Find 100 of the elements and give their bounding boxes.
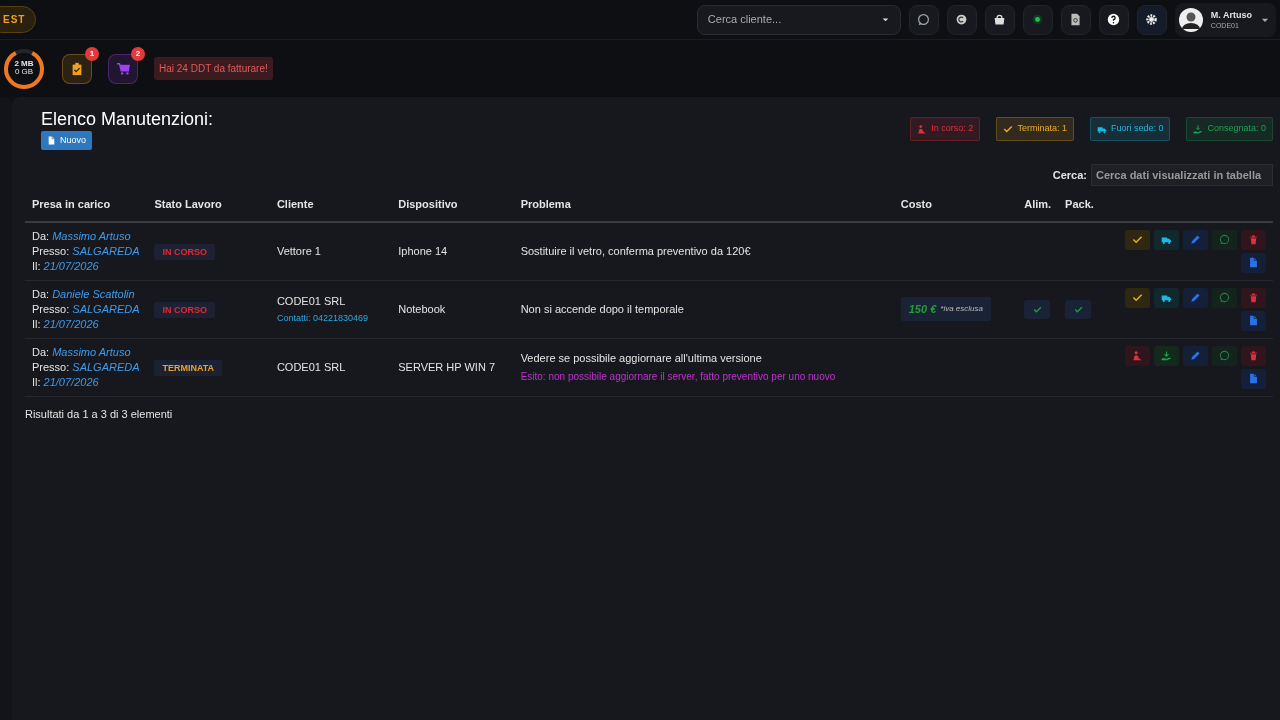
chat-button[interactable] [908, 4, 939, 35]
chat-icon [1219, 292, 1230, 304]
coin-button[interactable] [946, 4, 977, 35]
document-icon [46, 135, 56, 145]
column-header: Problema [513, 186, 894, 222]
message-button[interactable] [1212, 229, 1237, 250]
column-header: Cliente [269, 186, 392, 222]
chat-icon [917, 13, 931, 26]
taken-by-line: Il: 21/07/2026 [31, 316, 100, 332]
caret-icon [880, 15, 890, 24]
message-button[interactable] [1212, 345, 1237, 366]
cart-button[interactable] [108, 53, 138, 84]
status-dot-button[interactable] [1022, 4, 1053, 35]
storage-used: 2 MB [13, 59, 35, 69]
document-button[interactable] [1241, 310, 1266, 331]
device-cell: Notebook [391, 280, 514, 339]
complete-button[interactable] [1125, 287, 1150, 308]
complete-button[interactable] [1125, 229, 1150, 250]
delete-button[interactable] [1241, 287, 1266, 308]
device-cell: Iphone 14 [391, 221, 514, 281]
taken-by-line: Il: 21/07/2026 [31, 374, 100, 390]
taken-by-line: Presso: SALGAREDA [31, 359, 141, 375]
message-button[interactable] [1212, 287, 1237, 308]
settings-button[interactable] [1136, 4, 1167, 35]
column-header: Presa in carico [24, 186, 148, 222]
device-cell: SERVER HP WIN 7 [391, 338, 514, 397]
taken-by-line: Da: Massimo Artuso [31, 344, 132, 360]
status-dot-icon [1031, 13, 1045, 26]
problem-text: Vedere se possibile aggiornare all'ultima versione [520, 351, 763, 367]
truck-icon [1161, 234, 1172, 246]
env-badge: EST [0, 6, 37, 33]
status-badge: IN CORSO [154, 243, 215, 260]
delete-button[interactable] [1241, 229, 1266, 250]
worker-icon [1132, 350, 1143, 362]
worker-icon [917, 123, 928, 134]
contact-text: Contatti: 04221830469 [276, 312, 369, 326]
count-badge: 2 [131, 46, 145, 61]
clipboard-button[interactable] [62, 53, 92, 84]
outcome-text: Esito: non possibile aggiornare il server, fatto preventivo per uno nuovo [520, 369, 837, 384]
status-counter[interactable]: Fuori sede: 0 [1089, 117, 1171, 141]
cost-amount: 150 € [908, 301, 937, 317]
status-counter[interactable]: Consegnata: 0 [1186, 117, 1273, 141]
edit-button[interactable] [1183, 345, 1208, 366]
column-header: Pack. [1058, 186, 1113, 222]
bag-button[interactable] [984, 4, 1015, 35]
delete-button[interactable] [1241, 345, 1266, 366]
problem-text: Non si accende dopo il temporale [520, 301, 685, 317]
status-counter[interactable]: In corso: 2 [910, 117, 981, 141]
document-button[interactable] [1241, 368, 1266, 389]
count-badge: 1 [85, 46, 99, 61]
search-field[interactable]: Cerca dati visualizzati in tabella [1091, 164, 1273, 187]
pack-check-button[interactable] [1065, 299, 1092, 319]
taken-by-line: Da: Daniele Scattolin [31, 286, 136, 302]
pencil-icon [1190, 292, 1201, 304]
vat-note: *iva esclusa [940, 303, 983, 316]
check-icon [1032, 304, 1042, 314]
status-badge: IN CORSO [154, 301, 215, 318]
document-search-button[interactable] [1060, 4, 1091, 35]
alert-message: Hai 24 DDT da fatturare! [154, 57, 273, 80]
column-header: Alim. [1017, 186, 1059, 222]
column-header: Costo [893, 186, 1018, 222]
taken-by-line: Presso: SALGAREDA [31, 301, 141, 317]
storage-total: 0 GB [13, 68, 35, 78]
client-name: CODE01 SRL [276, 359, 347, 375]
trash-icon [1248, 234, 1259, 246]
help-button[interactable] [1098, 4, 1129, 35]
client-name: CODE01 SRL [276, 293, 347, 309]
status-badge: TERMINATA [154, 359, 223, 376]
bag-icon [993, 13, 1007, 26]
status-counter[interactable]: Terminata: 1 [996, 117, 1074, 141]
help-icon [1107, 13, 1121, 26]
document-search-icon [1069, 13, 1083, 26]
power-check-button[interactable] [1024, 299, 1051, 319]
new-button[interactable]: Nuovo [40, 130, 92, 151]
edit-button[interactable] [1183, 287, 1208, 308]
problem-text: Sostituire il vetro, conferma preventivo da 120€ [520, 243, 752, 259]
trash-icon [1248, 292, 1259, 304]
trash-icon [1248, 350, 1259, 362]
taken-by-line: Da: Massimo Artuso [31, 228, 132, 244]
settings-icon [1145, 13, 1159, 26]
client-name: Vettore 1 [276, 243, 322, 259]
customer-select[interactable]: Cerca cliente... [696, 4, 901, 35]
cart-icon [116, 61, 130, 76]
hand-icon [1161, 350, 1172, 362]
offsite-button[interactable] [1154, 229, 1179, 250]
check-icon [1073, 304, 1083, 314]
offsite-button[interactable] [1154, 287, 1179, 308]
check-icon [1132, 234, 1143, 246]
document-button[interactable] [1241, 252, 1266, 273]
deliver-button[interactable] [1154, 345, 1179, 366]
page-title: Elenco Manutenzioni: [40, 109, 214, 131]
document-icon [1248, 373, 1259, 385]
coin-icon [955, 13, 969, 26]
document-icon [1248, 257, 1259, 269]
taken-by-line: Il: 21/07/2026 [31, 258, 100, 274]
reopen-button[interactable] [1125, 345, 1150, 366]
clipboard-icon [70, 61, 84, 76]
edit-button[interactable] [1183, 229, 1208, 250]
results-summary: Risultati da 1 a 3 di 3 elementi [24, 406, 174, 422]
chat-icon [1219, 350, 1230, 362]
